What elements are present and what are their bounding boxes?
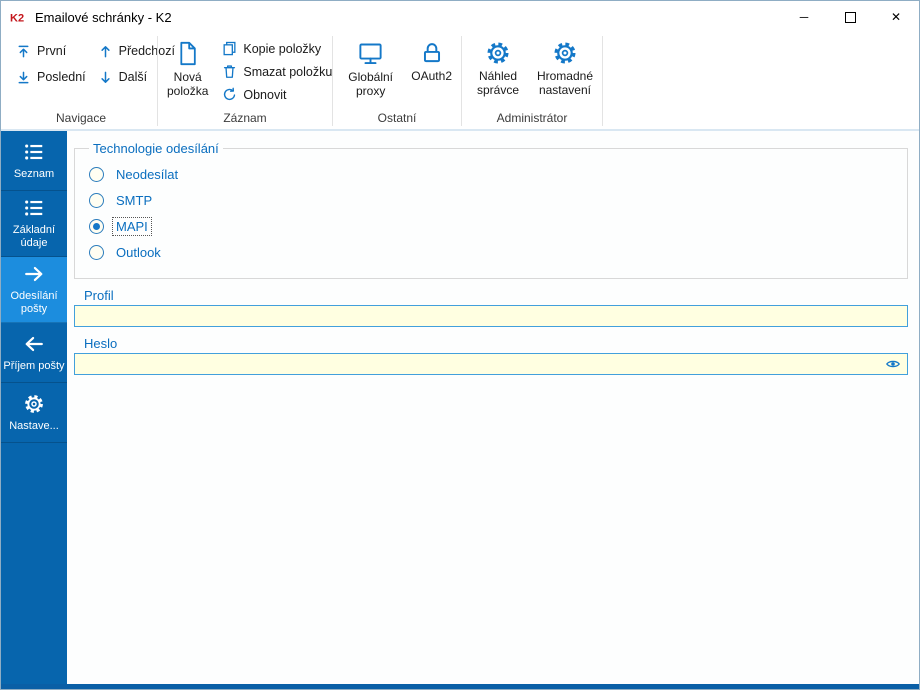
radio-icon <box>89 193 104 208</box>
copy-item-button[interactable]: Kopie položky <box>217 38 337 59</box>
app-window: K2 Emailové schránky - K2 ─ ✕ První Posl… <box>0 0 920 690</box>
maximize-icon <box>844 11 856 23</box>
gear-icon <box>552 40 578 66</box>
first-record-button[interactable]: První <box>11 38 91 64</box>
sidebar-item-zakladni-udaje[interactable]: Základní údaje <box>1 191 67 257</box>
sidebar-item-nastaveni[interactable]: Nastave... <box>1 383 67 443</box>
group-label-ostatni: Ostatní <box>377 111 417 125</box>
button-label: Náhled správce <box>476 69 519 97</box>
ribbon-group-navigace: První Poslední Předchozí Další Navigace <box>5 33 175 129</box>
bulk-settings-button[interactable]: Hromadné nastavení <box>534 38 596 99</box>
radio-icon <box>89 167 104 182</box>
svg-text:K2: K2 <box>10 13 24 25</box>
document-icon <box>174 40 201 67</box>
arrow-down-icon <box>98 70 113 85</box>
radio-icon <box>89 219 104 234</box>
trash-icon <box>222 64 237 79</box>
radio-label: Outlook <box>116 245 161 260</box>
oauth2-button[interactable]: OAuth2 <box>408 38 455 85</box>
group-separator <box>602 36 603 126</box>
button-label: Smazat položku <box>243 64 333 79</box>
admin-preview-button[interactable]: Náhled správce <box>468 38 528 99</box>
radio-option-smtp[interactable]: SMTP <box>89 191 895 210</box>
titlebar: K2 Emailové schránky - K2 ─ ✕ <box>1 1 919 33</box>
ribbon: První Poslední Předchozí Další Navigace <box>1 33 919 131</box>
button-label: Hromadné nastavení <box>536 69 593 97</box>
monitor-icon <box>357 40 384 67</box>
show-password-eye-icon[interactable] <box>885 356 901 372</box>
arrow-down-to-bar-icon <box>16 70 31 85</box>
radio-icon <box>89 245 104 260</box>
app-icon: K2 <box>9 8 27 26</box>
refresh-icon <box>222 87 237 102</box>
sidebar-item-seznam[interactable]: Seznam <box>1 131 67 191</box>
lock-icon <box>419 40 445 66</box>
sidebar-item-label: Základní údaje <box>12 224 56 249</box>
button-label: Poslední <box>37 70 86 84</box>
password-input[interactable] <box>74 353 908 375</box>
main-content: Technologie odesílání Neodesílat SMTP MA… <box>67 131 919 684</box>
radio-label: Neodesílat <box>116 167 179 182</box>
profile-label: Profil <box>84 288 114 303</box>
minimize-button[interactable]: ─ <box>781 1 827 33</box>
delete-item-button[interactable]: Smazat položku <box>217 61 337 82</box>
sidebar-item-odesilani-posty[interactable]: Odesílání pošty <box>1 257 67 323</box>
radio-option-mapi[interactable]: MAPI <box>89 217 895 236</box>
arrow-right-icon <box>23 263 45 285</box>
button-label: Další <box>118 70 148 84</box>
sidebar-item-label: Nastave... <box>9 419 59 432</box>
new-item-button[interactable]: Nová položka <box>164 38 211 100</box>
sidebar-item-label: Příjem pošty <box>3 359 65 372</box>
button-label: První <box>37 44 67 58</box>
window-title: Emailové schránky - K2 <box>35 9 172 25</box>
window-bottom-border <box>1 684 919 689</box>
radio-option-neodesilat[interactable]: Neodesílat <box>89 165 895 184</box>
groupbox-title: Technologie odesílání <box>93 141 219 156</box>
sidebar-item-label: Seznam <box>13 167 55 180</box>
radio-label: MAPI <box>112 217 152 236</box>
button-label: Globální proxy <box>348 70 393 98</box>
list-icon <box>23 197 45 219</box>
radio-option-outlook[interactable]: Outlook <box>89 243 895 262</box>
gear-icon <box>23 393 45 415</box>
ribbon-group-zaznam: Nová položka Kopie položky Smazat položk… <box>158 33 332 129</box>
group-label-zaznam: Záznam <box>223 111 267 125</box>
radio-label: SMTP <box>116 193 153 208</box>
button-label: OAuth2 <box>411 69 452 83</box>
ribbon-group-administrator: Náhled správce Hromadné nastavení Admini… <box>462 33 602 129</box>
button-label: Nová položka <box>167 70 209 98</box>
list-icon <box>23 141 45 163</box>
sidebar-item-label: Odesílání pošty <box>10 290 58 315</box>
sidebar: Seznam Základní údaje Odesílání pošty Př… <box>1 131 67 684</box>
button-label: Kopie položky <box>243 41 322 56</box>
button-label: Obnovit <box>243 87 287 102</box>
send-technology-groupbox: Technologie odesílání Neodesílat SMTP MA… <box>74 141 908 279</box>
gear-icon <box>485 40 511 66</box>
arrow-up-to-bar-icon <box>16 44 31 59</box>
group-label-administrator: Administrátor <box>496 111 568 125</box>
refresh-button[interactable]: Obnovit <box>217 84 337 105</box>
maximize-button[interactable] <box>827 1 873 33</box>
copy-icon <box>222 41 237 56</box>
profile-input[interactable] <box>74 305 908 327</box>
group-label-navigace: Navigace <box>55 111 107 125</box>
close-button[interactable]: ✕ <box>873 1 919 33</box>
arrow-left-icon <box>23 333 45 355</box>
sidebar-item-prijem-posty[interactable]: Příjem pošty <box>1 323 67 383</box>
password-label: Heslo <box>84 336 118 351</box>
arrow-up-icon <box>98 44 113 59</box>
ribbon-group-ostatni: Globální proxy OAuth2 Ostatní <box>333 33 461 129</box>
window-controls: ─ ✕ <box>781 1 919 33</box>
last-record-button[interactable]: Poslední <box>11 64 91 90</box>
global-proxy-button[interactable]: Globální proxy <box>339 38 402 100</box>
